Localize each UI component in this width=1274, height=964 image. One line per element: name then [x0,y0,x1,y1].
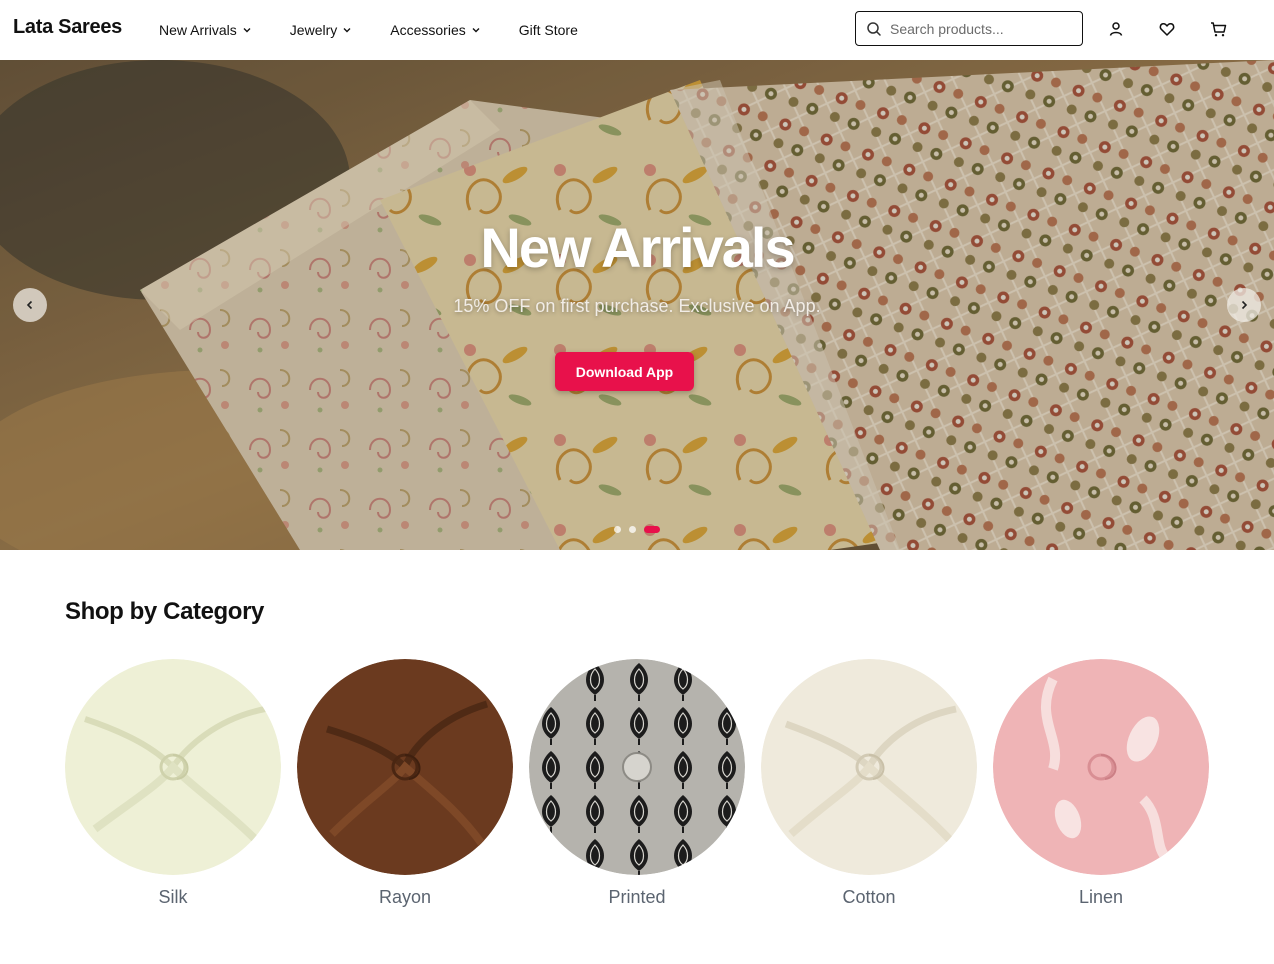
category-silk[interactable]: Silk [65,659,281,908]
user-icon [1109,22,1123,36]
chevron-left-icon [26,300,33,310]
main-nav: New Arrivals Jewelry Accessories Gift St… [159,0,616,60]
category-label: Cotton [842,887,896,907]
wishlist-button[interactable] [1156,18,1178,40]
category-label: Rayon [378,887,432,907]
category-label: Printed [608,887,666,907]
nav-label: Accessories [390,22,466,38]
category-linen[interactable]: Linen [993,659,1209,908]
search-icon [867,21,881,36]
category-cotton[interactable]: Cotton [761,659,977,908]
nav-label: New Arrivals [159,22,237,38]
chevron-right-icon [1241,300,1248,310]
linen-fabric-image [993,659,1209,875]
nav-jewelry[interactable]: Jewelry [290,22,352,38]
nav-gift-store[interactable]: Gift Store [519,22,578,38]
hero-subtitle: 15% OFF on first purchase. Exclusive on … [453,296,821,316]
cart-button[interactable] [1207,18,1229,40]
category-rayon[interactable]: Rayon [297,659,513,908]
carousel-dots [614,526,668,533]
section-title: Shop by Category [65,598,264,625]
cotton-fabric-image [761,659,977,875]
category-printed[interactable]: Printed [529,659,745,908]
search-box[interactable] [855,11,1083,46]
account-button[interactable] [1105,18,1127,40]
nav-accessories[interactable]: Accessories [390,22,480,38]
carousel-dot-3[interactable] [644,526,660,533]
chevron-down-icon [243,28,251,33]
nav-new-arrivals[interactable]: New Arrivals [159,22,252,38]
download-app-button[interactable]: Download App [555,352,694,391]
carousel-dot-1[interactable] [614,526,621,533]
printed-fabric-image [529,659,745,875]
chevron-down-icon [343,28,351,33]
brand-logo[interactable]: Lata Sarees [13,16,122,39]
nav-label: Gift Store [518,22,578,38]
chevron-down-icon [472,28,480,33]
rayon-fabric-image [297,659,513,875]
hero-title: New Arrivals [480,216,795,279]
heart-icon [1159,23,1175,36]
carousel-prev-button[interactable] [13,288,47,322]
carousel-next-button[interactable] [1227,288,1261,322]
hero-banner: New Arrivals 15% OFF on first purchase. … [0,60,1274,550]
category-label: Linen [1078,887,1124,907]
carousel-dot-2[interactable] [629,526,636,533]
site-header: Lata Sarees New Arrivals Jewelry Accesso… [0,0,1274,60]
category-label: Silk [158,887,188,907]
cart-icon [1210,21,1226,36]
silk-fabric-image [65,659,281,875]
search-input[interactable] [890,20,1070,37]
nav-label: Jewelry [289,22,338,38]
category-list: Silk Rayon Printed Cotton Linen [65,659,1209,908]
